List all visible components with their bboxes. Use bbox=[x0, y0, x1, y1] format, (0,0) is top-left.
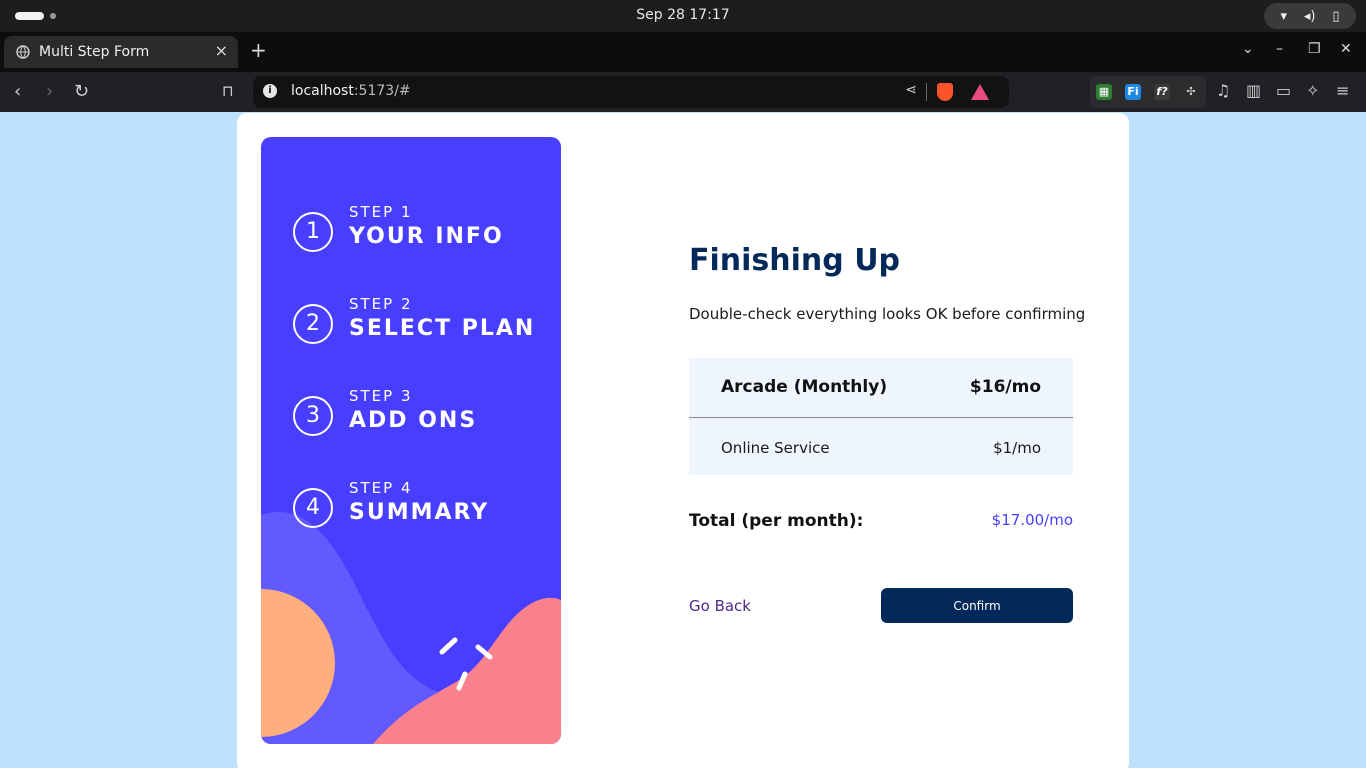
addon-name: Online Service bbox=[721, 439, 830, 457]
order-summary: Arcade (Monthly) $16/mo Online Service $… bbox=[689, 358, 1073, 475]
plan-row: Arcade (Monthly) $16/mo bbox=[689, 358, 1073, 418]
globe-icon bbox=[16, 45, 30, 59]
os-top-bar: Sep 28 17:17 ▾ ◂) ▯ bbox=[0, 0, 1366, 32]
wifi-icon: ▾ bbox=[1280, 8, 1287, 24]
sidebar-step-3[interactable]: 3 STEP 3 ADD ONS bbox=[293, 387, 553, 456]
os-clock[interactable]: Sep 28 17:17 bbox=[0, 7, 1366, 23]
leo-ai-icon[interactable]: ✧ bbox=[1306, 81, 1319, 100]
plan-price: $16/mo bbox=[969, 377, 1041, 397]
maximize-icon[interactable]: ❐ bbox=[1308, 41, 1321, 57]
step-number: 4 bbox=[293, 488, 333, 528]
confirm-button[interactable]: Confirm bbox=[881, 588, 1073, 623]
url-text[interactable]: localhost:5173/# bbox=[291, 83, 411, 99]
url-divider bbox=[926, 83, 927, 101]
page-subtitle: Double-check everything looks OK before … bbox=[689, 305, 1086, 323]
media-icon[interactable]: ♫ bbox=[1216, 81, 1230, 100]
close-tab-icon[interactable]: × bbox=[215, 41, 228, 60]
sidebar-step-2[interactable]: 2 STEP 2 SELECT PLAN bbox=[293, 295, 553, 364]
minimize-icon[interactable]: – bbox=[1276, 41, 1283, 57]
sidebar-step-1[interactable]: 1 STEP 1 YOUR INFO bbox=[293, 203, 553, 272]
step-title: SUMMARY bbox=[349, 500, 490, 525]
brave-rewards-icon[interactable] bbox=[971, 84, 989, 100]
page-title: Finishing Up bbox=[689, 243, 901, 278]
forward-icon[interactable]: › bbox=[46, 81, 53, 102]
total-value: $17.00/mo bbox=[991, 511, 1073, 529]
reload-icon[interactable]: ↻ bbox=[74, 81, 89, 102]
go-back-link[interactable]: Go Back bbox=[689, 597, 751, 615]
step-number: 1 bbox=[293, 212, 333, 252]
step-number: 3 bbox=[293, 396, 333, 436]
sidebar-step-4[interactable]: 4 STEP 4 SUMMARY bbox=[293, 479, 553, 548]
step-title: ADD ONS bbox=[349, 408, 478, 433]
summary-section: Finishing Up Double-check everything loo… bbox=[689, 113, 1085, 768]
back-icon[interactable]: ‹ bbox=[14, 81, 21, 102]
extension-color-icon[interactable]: ▦ bbox=[1096, 84, 1112, 100]
volume-icon: ◂) bbox=[1303, 8, 1316, 24]
sidebar-toggle-icon[interactable]: ▥ bbox=[1246, 81, 1261, 100]
brave-shields-icon[interactable] bbox=[937, 83, 953, 101]
address-bar[interactable]: i localhost:5173/# ⋖ bbox=[253, 76, 1009, 108]
tab-list-chevron-icon[interactable]: ⌄ bbox=[1242, 41, 1254, 57]
wallet-icon[interactable]: ▭ bbox=[1276, 81, 1291, 100]
menu-icon[interactable]: ≡ bbox=[1336, 81, 1349, 100]
extension-font-icon[interactable]: f? bbox=[1154, 84, 1170, 100]
step-number: 2 bbox=[293, 304, 333, 344]
battery-icon: ▯ bbox=[1332, 8, 1340, 24]
system-tray[interactable]: ▾ ◂) ▯ bbox=[1264, 3, 1356, 29]
step-label: STEP 4 bbox=[349, 479, 413, 497]
site-info-icon[interactable]: i bbox=[263, 84, 277, 98]
share-icon[interactable]: ⋖ bbox=[905, 82, 917, 98]
browser-tab[interactable]: Multi Step Form × bbox=[4, 36, 238, 68]
extensions-group: ▦ Fi f? ✣ bbox=[1090, 76, 1206, 108]
step-label: STEP 3 bbox=[349, 387, 413, 405]
extensions-puzzle-icon[interactable]: ✣ bbox=[1183, 84, 1199, 100]
form-card: 1 STEP 1 YOUR INFO 2 STEP 2 SELECT PLAN … bbox=[237, 113, 1129, 768]
step-title: YOUR INFO bbox=[349, 224, 504, 249]
step-label: STEP 1 bbox=[349, 203, 413, 221]
addon-price: $1/mo bbox=[993, 439, 1041, 457]
plan-name: Arcade (Monthly) bbox=[721, 377, 888, 397]
browser-nav-bar: ‹ › ↻ ⊓ i localhost:5173/# ⋖ ▦ Fi f? ✣ ♫… bbox=[0, 72, 1366, 112]
close-window-icon[interactable]: ✕ bbox=[1340, 41, 1352, 57]
total-label: Total (per month): bbox=[689, 511, 864, 531]
new-tab-icon[interactable]: + bbox=[250, 38, 267, 62]
step-label: STEP 2 bbox=[349, 295, 413, 313]
browser-tab-bar: Multi Step Form × bbox=[0, 32, 1366, 72]
step-title: SELECT PLAN bbox=[349, 316, 536, 341]
bookmark-icon[interactable]: ⊓ bbox=[222, 82, 234, 100]
tab-title: Multi Step Form bbox=[39, 44, 150, 60]
extension-fi-icon[interactable]: Fi bbox=[1125, 84, 1141, 100]
steps-sidebar: 1 STEP 1 YOUR INFO 2 STEP 2 SELECT PLAN … bbox=[261, 137, 561, 744]
